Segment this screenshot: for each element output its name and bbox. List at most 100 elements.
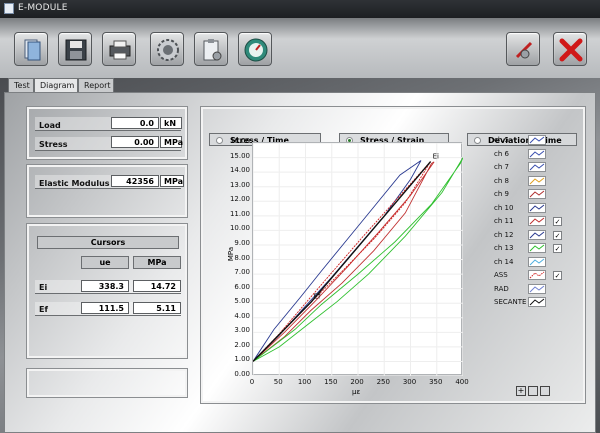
stress-unit: MPa [160,136,183,148]
legend-label: ch 12 [494,230,514,239]
close-icon [559,38,583,62]
radio-icon [474,137,481,144]
legend-swatch [528,283,546,294]
gauge-icon [244,38,268,62]
legend-line [529,244,545,252]
save-button[interactable] [58,32,92,66]
series-line-ch-12 [252,160,422,362]
legend-label: ch 7 [494,163,509,171]
tab-diagram[interactable]: Diagram [34,78,78,93]
legend-label: ch 14 [494,257,514,266]
cursors-panel: Cursors ue MPa Ei 338.3 14.72 Ef 111.5 5… [27,224,187,358]
close-button[interactable] [553,32,587,66]
cursors-col-mpa: MPa [133,256,181,269]
legend-label: ch 5 [494,136,509,144]
gauge-button[interactable] [238,32,272,66]
load-label: Load [39,121,61,130]
legend-swatch [528,135,546,145]
legend-checkbox[interactable]: ✓ [553,230,562,240]
open-file-icon [24,39,41,61]
y-tick-label: 4.00 [234,311,250,320]
x-tick-label: 0 [249,378,255,386]
legend-line [529,136,545,144]
legend-line [529,190,545,198]
zoom-icon[interactable] [528,386,538,396]
y-tick-label: 1.00 [234,355,250,364]
legend-swatch [528,270,546,280]
print-button[interactable] [102,32,136,66]
legend-checkbox[interactable]: ✓ [553,244,562,253]
y-tick-label: 10.00 [229,224,250,233]
legend-swatch [528,256,546,267]
legend-swatch [528,162,546,172]
y-tick-label: 11.00 [229,209,250,218]
view-option-deviation-time[interactable]: Deviation / Time [467,133,577,146]
x-tick-label: 200 [350,378,364,386]
tools-button[interactable] [506,32,540,66]
legend-swatch [528,216,546,226]
x-tick-label: 300 [402,378,417,386]
legend-label: ch 6 [494,149,509,158]
gear-icon [157,39,179,61]
tab-test[interactable]: Test [8,78,34,92]
x-tick-label: 250 [376,378,390,386]
legend-line [529,150,545,157]
save-icon [65,39,87,61]
x-tick-label: 150 [324,378,338,386]
title-bar: E-MODULE [0,0,600,18]
zoom-cursor-icon[interactable]: + [516,386,526,396]
legend-checkbox[interactable]: ✓ [553,271,562,280]
legend-swatch [528,175,546,186]
app-icon [4,3,14,14]
settings-button[interactable] [150,32,184,66]
legend-line [529,231,545,238]
legend-swatch [528,243,546,253]
y-tick-label: 5.00 [234,297,250,306]
legend-swatch [528,148,546,159]
legend-line [529,258,545,265]
y-tick-label: 2.00 [234,340,250,349]
legend-label: ch 11 [494,217,514,225]
legend-line [529,217,545,225]
cursors-col-ue: ue [81,256,129,269]
legend-swatch [528,189,546,199]
y-axis-label: MPa [227,246,236,262]
cursor-ef-mpa: 5.11 [133,302,181,314]
report-button[interactable] [194,32,228,66]
cursor-ef-label: Ef [39,305,48,314]
cursor-ei-mpa: 14.72 [133,280,181,292]
window-title: E-MODULE [18,3,68,13]
legend-line [529,285,545,292]
open-file-button[interactable] [14,32,48,66]
series-line-ch-11 [252,161,435,362]
modulus-value: 42356 [111,175,159,187]
legend-line [529,163,545,171]
y-tick-label: 0.00 [234,370,250,378]
legend-swatch [528,297,546,307]
x-tick-label: 350 [429,378,443,386]
y-tick-label: 7.00 [234,268,250,277]
annotation-ef: Ef [314,293,321,301]
y-tick-label: 15.00 [229,151,250,160]
stress-value: 0.00 [111,136,159,148]
annotation-ei: Ei [433,153,439,161]
chart-svg: Ei Ef [252,142,464,377]
empty-panel [27,369,187,397]
stress-label: Stress [39,140,68,149]
load-unit: kN [160,117,182,129]
cursors-title: Cursors [37,236,179,249]
legend-label: RAD [494,284,509,293]
tools-icon [515,41,533,59]
legend-label: ch 9 [494,190,509,198]
x-axis-label: µε [352,388,361,396]
cursor-ei-ue: 338.3 [81,280,129,292]
legend-swatch [528,202,546,213]
legend-line [529,271,545,279]
tab-report[interactable]: Report [78,78,114,92]
printer-icon [109,40,131,60]
legend-checkbox[interactable]: ✓ [553,217,562,226]
load-value: 0.0 [111,117,159,129]
stress-strain-plot[interactable]: Ei Ef [252,142,464,377]
pan-icon[interactable] [540,386,550,396]
legend-label: ch 13 [494,244,514,252]
